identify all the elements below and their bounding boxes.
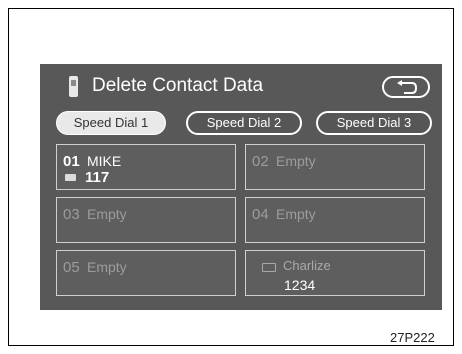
- entry-name: Empty: [276, 206, 316, 222]
- header: Delete Contact Data: [40, 64, 442, 108]
- speed-dial-entry-04[interactable]: 04 Empty: [245, 197, 425, 243]
- figure-code: 27P222: [390, 330, 435, 345]
- phone-icon: [69, 76, 78, 97]
- display-screen: Delete Contact Data Speed Dial 1 Speed D…: [40, 64, 442, 310]
- speed-dial-entry-03[interactable]: 03 Empty: [56, 197, 236, 243]
- entry-name: MIKE: [87, 153, 122, 169]
- speed-dial-entry-05[interactable]: 05 Empty: [56, 250, 236, 296]
- entry-name: Empty: [276, 153, 316, 169]
- page-title: Delete Contact Data: [92, 75, 264, 96]
- contact-card-icon: [262, 263, 276, 272]
- speed-dial-entry-02[interactable]: 02 Empty: [245, 144, 425, 190]
- entry-number: 03: [63, 206, 80, 223]
- tab-bar: Speed Dial 1 Speed Dial 2 Speed Dial 3: [56, 111, 434, 135]
- entry-number-value: 117: [85, 169, 110, 186]
- tab-speed-dial-1[interactable]: Speed Dial 1: [56, 111, 166, 135]
- speed-dial-entry-06[interactable]: Charlize 1234: [245, 250, 425, 296]
- entry-number: 01: [63, 153, 80, 170]
- tab-speed-dial-3[interactable]: Speed Dial 3: [316, 111, 432, 135]
- entry-name: Charlize: [283, 258, 331, 273]
- entry-number: 04: [252, 206, 269, 223]
- entry-number: 02: [252, 153, 269, 170]
- entry-name: Empty: [87, 206, 127, 222]
- tab-speed-dial-2[interactable]: Speed Dial 2: [186, 111, 302, 135]
- back-arrow-icon: [397, 80, 418, 94]
- entry-number-value: 1234: [284, 277, 316, 293]
- figure-frame: Delete Contact Data Speed Dial 1 Speed D…: [8, 8, 454, 346]
- speed-dial-entry-01[interactable]: 01 MIKE 117: [56, 144, 236, 190]
- entry-name: Empty: [87, 259, 127, 275]
- back-button[interactable]: [382, 76, 430, 98]
- contact-card-icon: [65, 174, 76, 181]
- entry-number: 05: [63, 259, 80, 276]
